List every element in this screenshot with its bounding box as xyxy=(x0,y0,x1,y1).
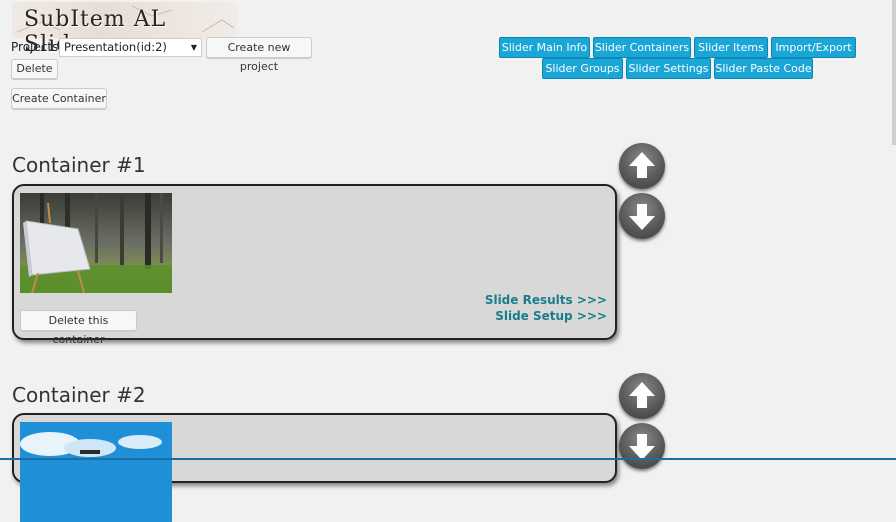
container-title: Container #1 xyxy=(12,153,146,177)
move-down-button[interactable] xyxy=(619,193,665,239)
container-title: Container #2 xyxy=(12,383,146,407)
nav-slider-groups[interactable]: Slider Groups xyxy=(542,58,623,79)
slide-results-link[interactable]: Slide Results >>> xyxy=(485,293,607,307)
delete-project-button[interactable]: Delete xyxy=(11,59,58,79)
slide-thumbnail[interactable] xyxy=(20,193,172,293)
arrow-down-icon xyxy=(629,204,655,230)
move-up-button[interactable] xyxy=(619,373,665,419)
arrow-down-icon xyxy=(629,434,655,460)
nav-slider-paste-code[interactable]: Slider Paste Code xyxy=(714,58,813,79)
arrow-up-icon xyxy=(629,152,655,178)
slide-thumbnail[interactable] xyxy=(20,422,172,522)
nav-import-export[interactable]: Import/Export xyxy=(771,37,856,58)
delete-container-button[interactable]: Delete this container xyxy=(20,310,137,346)
project-select[interactable]: Presentation(id:2) ▼ xyxy=(59,38,202,57)
sky-image xyxy=(20,422,172,522)
nav-slider-containers[interactable]: Slider Containers xyxy=(593,37,691,58)
project-select-value: Presentation(id:2) xyxy=(64,40,167,54)
create-project-button[interactable]: Create new project xyxy=(206,37,312,73)
app-logo: SubItem AL Slider xyxy=(12,2,237,57)
arrow-up-icon xyxy=(629,382,655,408)
nav-slider-items[interactable]: Slider Items xyxy=(694,37,768,58)
move-up-button[interactable] xyxy=(619,143,665,189)
container-panel: Delete this container Slide Results >>> … xyxy=(12,184,617,346)
projects-label: Projects xyxy=(11,40,59,54)
create-container-button[interactable]: Create Container xyxy=(11,88,107,109)
scrollbar-edge[interactable] xyxy=(892,0,896,145)
move-down-button[interactable] xyxy=(619,423,665,469)
chevron-down-icon: ▼ xyxy=(190,43,197,52)
nav-slider-settings[interactable]: Slider Settings xyxy=(626,58,711,79)
forest-canvas-image xyxy=(20,193,172,293)
container-panel xyxy=(12,413,617,522)
nav-slider-main-info[interactable]: Slider Main Info xyxy=(499,37,590,58)
slide-setup-link[interactable]: Slide Setup >>> xyxy=(495,309,607,323)
